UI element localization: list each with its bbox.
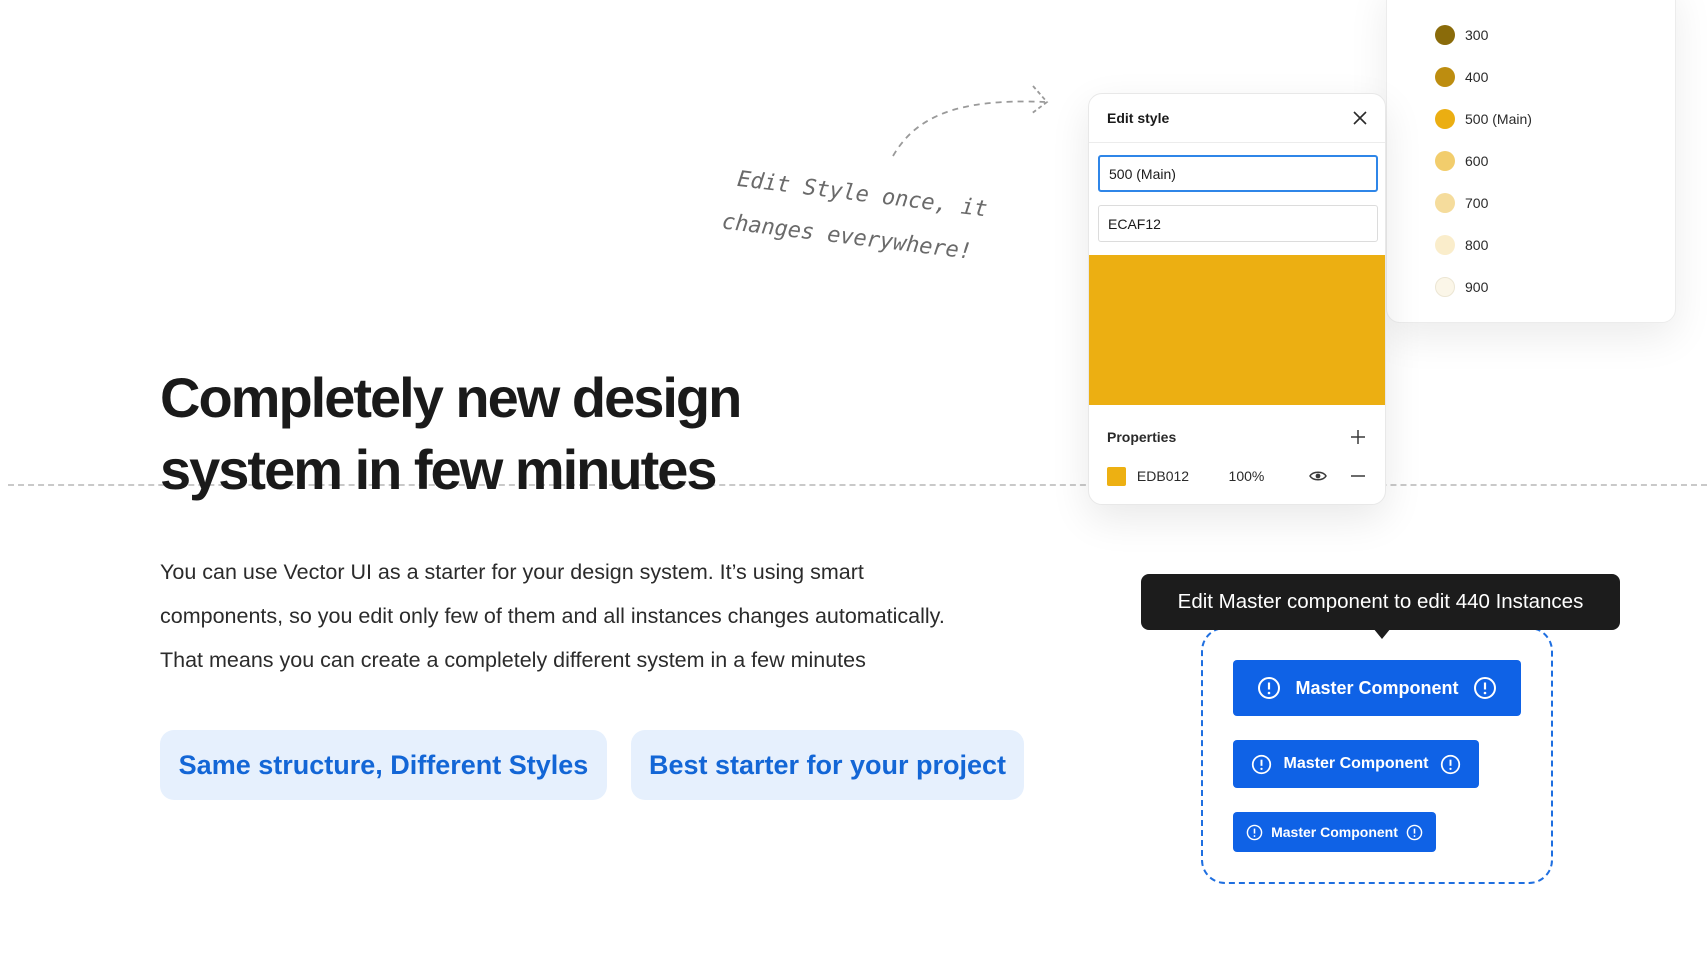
properties-header: Properties bbox=[1107, 426, 1369, 448]
palette-item[interactable]: 500 (Main) bbox=[1435, 109, 1532, 129]
palette-item-label: 600 bbox=[1465, 153, 1489, 169]
color-dot bbox=[1435, 109, 1455, 129]
palette-item[interactable]: 400 bbox=[1435, 67, 1488, 87]
info-circle-icon bbox=[1251, 754, 1272, 775]
hex-color-input[interactable] bbox=[1098, 205, 1378, 242]
description-line-1: You can use Vector UI as a starter for y… bbox=[160, 560, 864, 584]
palette-item-label: 400 bbox=[1465, 69, 1489, 85]
feature-pill-best-starter: Best starter for your project bbox=[631, 730, 1024, 800]
color-preview-swatch bbox=[1089, 255, 1385, 405]
info-circle-icon bbox=[1257, 676, 1281, 700]
button-label: Master Component bbox=[1283, 755, 1429, 772]
master-component-button-small[interactable]: Master Component bbox=[1233, 812, 1436, 852]
master-component-button-medium[interactable]: Master Component bbox=[1233, 740, 1479, 788]
button-label: Master Component bbox=[1271, 824, 1398, 840]
description-line-3: That means you can create a completely d… bbox=[160, 648, 866, 672]
feature-pill-same-structure: Same structure, Different Styles bbox=[160, 730, 607, 800]
palette-item-label: 300 bbox=[1465, 27, 1489, 43]
curved-arrow-icon bbox=[892, 85, 1049, 157]
color-dot bbox=[1435, 277, 1455, 297]
tooltip: Edit Master component to edit 440 Instan… bbox=[1141, 574, 1620, 630]
palette-item[interactable]: 800 bbox=[1435, 235, 1488, 255]
info-circle-icon bbox=[1406, 824, 1423, 841]
eye-icon[interactable] bbox=[1307, 465, 1329, 487]
info-circle-icon bbox=[1246, 824, 1263, 841]
color-dot bbox=[1435, 25, 1455, 45]
palette-item-label: 800 bbox=[1465, 237, 1489, 253]
master-component-button-large[interactable]: Master Component bbox=[1233, 660, 1521, 716]
headline-line-2: system in few minutes bbox=[160, 438, 718, 501]
palette-item[interactable]: 300 bbox=[1435, 25, 1488, 45]
color-dot bbox=[1435, 151, 1455, 171]
palette-item[interactable]: 600 bbox=[1435, 151, 1488, 171]
headline-line-1: Completely new design bbox=[160, 366, 742, 429]
fill-hex-value[interactable]: EDB012 bbox=[1137, 468, 1229, 484]
plus-icon[interactable] bbox=[1347, 426, 1369, 448]
palette-item[interactable]: 900 bbox=[1435, 277, 1488, 297]
handwritten-annotation: Edit Style once, it changes everywhere! bbox=[721, 158, 1008, 278]
palette-item-label: 900 bbox=[1465, 279, 1489, 295]
fill-color-swatch[interactable] bbox=[1107, 466, 1126, 486]
fill-property-row: EDB012 100% bbox=[1107, 466, 1369, 486]
info-circle-icon bbox=[1440, 754, 1461, 775]
edit-style-header: Edit style bbox=[1089, 94, 1385, 143]
tooltip-pointer bbox=[1373, 628, 1391, 639]
style-name-input[interactable] bbox=[1098, 155, 1378, 192]
close-icon[interactable] bbox=[1349, 107, 1371, 129]
edit-style-title: Edit style bbox=[1107, 110, 1170, 126]
edit-style-panel: Edit style Properties EDB012 100% bbox=[1088, 93, 1386, 505]
button-label: Master Component bbox=[1295, 677, 1459, 698]
properties-title: Properties bbox=[1107, 429, 1177, 445]
fill-opacity-value[interactable]: 100% bbox=[1229, 468, 1308, 484]
palette-item-label: 500 (Main) bbox=[1465, 111, 1532, 127]
hero-description: You can use Vector UI as a starter for y… bbox=[160, 550, 1060, 682]
color-dot bbox=[1435, 193, 1455, 213]
page-title: Completely new design system in few minu… bbox=[160, 362, 920, 506]
color-dot bbox=[1435, 235, 1455, 255]
palette-item[interactable]: 700 bbox=[1435, 193, 1488, 213]
palette-item-label: 700 bbox=[1465, 195, 1489, 211]
description-line-2: components, so you edit only few of them… bbox=[160, 604, 945, 628]
color-dot bbox=[1435, 67, 1455, 87]
color-palette-panel: 300 400 500 (Main) 600 700 800 900 bbox=[1386, 0, 1676, 323]
minus-icon[interactable] bbox=[1347, 465, 1369, 487]
info-circle-icon bbox=[1473, 676, 1497, 700]
